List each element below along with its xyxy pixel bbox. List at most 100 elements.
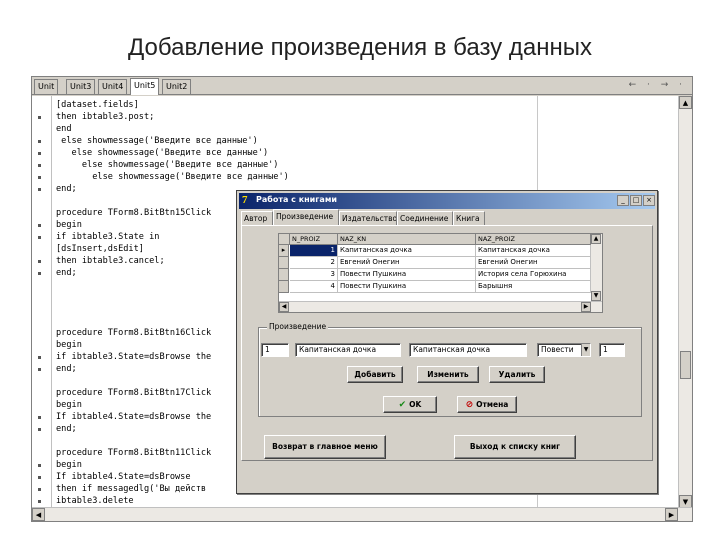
breakpoint-dot-icon[interactable] xyxy=(38,140,41,143)
code-line[interactable]: begin xyxy=(56,220,82,230)
breakpoint-dot-icon[interactable] xyxy=(38,416,41,419)
breakpoint-dot-icon[interactable] xyxy=(38,428,41,431)
grid-scroll-right-icon[interactable]: ▶ xyxy=(581,302,591,312)
scroll-up-icon[interactable]: ▲ xyxy=(679,96,692,109)
chevron-down-icon[interactable]: ▼ xyxy=(581,344,590,356)
tab-publisher[interactable]: Издательство xyxy=(339,211,397,225)
grid-cell-naz-proiz[interactable]: История села Горюхина xyxy=(476,269,591,281)
code-line[interactable]: then ibtable3.post; xyxy=(56,112,154,122)
code-line[interactable]: procedure TForm8.BitBtn16Click xyxy=(56,328,211,338)
work-title-field[interactable]: Капитанская дочка xyxy=(409,343,527,357)
grid-cell-naz-proiz[interactable]: Евгений Онегин xyxy=(476,257,591,269)
book-combo[interactable]: Повести ▼ xyxy=(537,343,591,357)
breakpoint-dot-icon[interactable] xyxy=(38,488,41,491)
breakpoint-dot-icon[interactable] xyxy=(38,176,41,179)
grid-header-naz-kn[interactable]: NAZ_KN xyxy=(338,234,476,245)
breakpoint-dot-icon[interactable] xyxy=(38,224,41,227)
code-line[interactable]: else showmessage('Введите все данные') xyxy=(56,148,269,158)
grid-row-indicator[interactable] xyxy=(279,257,289,269)
minimize-icon[interactable]: _ xyxy=(617,195,629,206)
code-line[interactable]: then if messagedlg('Вы действ xyxy=(56,484,206,494)
code-line[interactable]: end xyxy=(56,124,72,134)
num-field[interactable]: 1 xyxy=(599,343,625,357)
code-line[interactable]: else showmessage('Введите все данные') xyxy=(56,136,258,146)
code-line[interactable]: ibtable3.delete xyxy=(56,496,134,506)
grid-scroll-up-icon[interactable]: ▲ xyxy=(591,234,601,244)
code-line[interactable]: procedure TForm8.BitBtn11Click xyxy=(56,448,211,458)
breakpoint-dot-icon[interactable] xyxy=(38,164,41,167)
tab-unit5[interactable]: Unit5 xyxy=(130,78,160,95)
code-line[interactable]: begin xyxy=(56,460,82,470)
code-line[interactable]: procedure TForm8.BitBtn15Click xyxy=(56,208,211,218)
dialog-title-bar[interactable]: 7 Работа с книгами _ □ × xyxy=(239,193,655,209)
code-line[interactable]: if ibtable3.State=dsBrowse the xyxy=(56,352,211,362)
grid-row-indicator[interactable] xyxy=(279,281,289,293)
works-grid[interactable]: N_PROIZ NAZ_KN NAZ_PROIZ ▸ 1 Капитанская д… xyxy=(278,233,603,313)
grid-cell-naz-proiz[interactable]: Барышня xyxy=(476,281,591,293)
delete-button[interactable]: Удалить xyxy=(489,366,545,383)
code-line[interactable]: end; xyxy=(56,424,77,434)
grid-cell-naz-kn[interactable]: Повести Пушкина xyxy=(338,281,476,293)
tab-unit4[interactable]: Unit4 xyxy=(98,79,128,94)
breakpoint-dot-icon[interactable] xyxy=(38,368,41,371)
vertical-scrollbar[interactable]: ▲ ▼ xyxy=(678,96,692,508)
code-line[interactable]: end; xyxy=(56,184,77,194)
grid-cell-naz-kn[interactable]: Капитанская дочка xyxy=(338,245,476,257)
grid-row-indicator[interactable]: ▸ xyxy=(279,245,289,257)
edit-button[interactable]: Изменить xyxy=(417,366,479,383)
grid-header-n-proiz[interactable]: N_PROIZ xyxy=(290,234,338,245)
code-line[interactable]: else showmessage('Введите все данные') xyxy=(56,160,279,170)
code-line[interactable]: begin xyxy=(56,400,82,410)
breakpoint-dot-icon[interactable] xyxy=(38,356,41,359)
code-line[interactable]: if ibtable3.State in xyxy=(56,232,159,242)
back-to-main-button[interactable]: Возврат в главное меню xyxy=(264,435,386,459)
grid-cell-naz-kn[interactable]: Евгений Онегин xyxy=(338,257,476,269)
code-line[interactable]: end; xyxy=(56,364,77,374)
grid-cell-n-proiz[interactable]: 4 xyxy=(290,281,338,293)
breakpoint-dot-icon[interactable] xyxy=(38,236,41,239)
tab-unit2[interactable]: Unit2 xyxy=(162,79,192,94)
breakpoint-dot-icon[interactable] xyxy=(38,116,41,119)
grid-header-naz-proiz[interactable]: NAZ_PROIZ xyxy=(476,234,591,245)
code-line[interactable]: end; xyxy=(56,268,77,278)
code-line[interactable]: begin xyxy=(56,340,82,350)
breakpoint-dot-icon[interactable] xyxy=(38,464,41,467)
grid-cell-naz-proiz[interactable]: Капитанская дочка xyxy=(476,245,591,257)
grid-vertical-scrollbar[interactable]: ▲ ▼ xyxy=(591,234,602,301)
horizontal-scrollbar[interactable]: ◀ ▶ xyxy=(32,507,692,521)
id-field[interactable]: 1 xyxy=(261,343,289,357)
code-line[interactable]: If ibtable4.State=dsBrowse the xyxy=(56,412,211,422)
add-button[interactable]: Добавить xyxy=(347,366,403,383)
maximize-icon[interactable]: □ xyxy=(630,195,642,206)
breakpoint-dot-icon[interactable] xyxy=(38,188,41,191)
breakpoint-dot-icon[interactable] xyxy=(38,260,41,263)
tab-unit3[interactable]: Unit3 xyxy=(66,79,96,94)
grid-row-indicator[interactable] xyxy=(279,269,289,281)
scroll-thumb[interactable] xyxy=(680,351,691,379)
tab-link[interactable]: Соединение xyxy=(397,211,453,225)
code-line[interactable]: procedure TForm8.BitBtn17Click xyxy=(56,388,211,398)
tab-author[interactable]: Автор xyxy=(241,211,273,225)
breakpoint-dot-icon[interactable] xyxy=(38,272,41,275)
code-line[interactable]: If ibtable4.State=dsBrowse xyxy=(56,472,191,482)
breakpoint-dot-icon[interactable] xyxy=(38,500,41,503)
book-title-field[interactable]: Капитанская дочка xyxy=(295,343,401,357)
grid-cell-n-proiz[interactable]: 1 xyxy=(290,245,338,257)
grid-cell-n-proiz[interactable]: 2 xyxy=(290,257,338,269)
code-line[interactable]: then ibtable3.cancel; xyxy=(56,256,165,266)
scroll-left-icon[interactable]: ◀ xyxy=(32,508,45,521)
tab-work[interactable]: Произведение xyxy=(273,209,339,225)
tab-book[interactable]: Книга xyxy=(453,211,485,225)
back-to-books-button[interactable]: Выход к списку книг xyxy=(454,435,576,459)
grid-scroll-left-icon[interactable]: ◀ xyxy=(279,302,289,312)
close-icon[interactable]: × xyxy=(643,195,655,206)
tab-unit[interactable]: Unit xyxy=(34,79,59,94)
nav-arrows-icon[interactable]: ← · → · xyxy=(629,80,686,90)
cancel-button[interactable]: ⊘ Отмена xyxy=(457,396,517,413)
code-line[interactable]: [dsInsert,dsEdit] xyxy=(56,244,144,254)
code-line[interactable]: else showmessage('Введите все данные') xyxy=(56,172,289,182)
scroll-right-icon[interactable]: ▶ xyxy=(665,508,678,521)
grid-cell-n-proiz[interactable]: 3 xyxy=(290,269,338,281)
breakpoint-dot-icon[interactable] xyxy=(38,152,41,155)
ok-button[interactable]: ✔ OK xyxy=(383,396,437,413)
